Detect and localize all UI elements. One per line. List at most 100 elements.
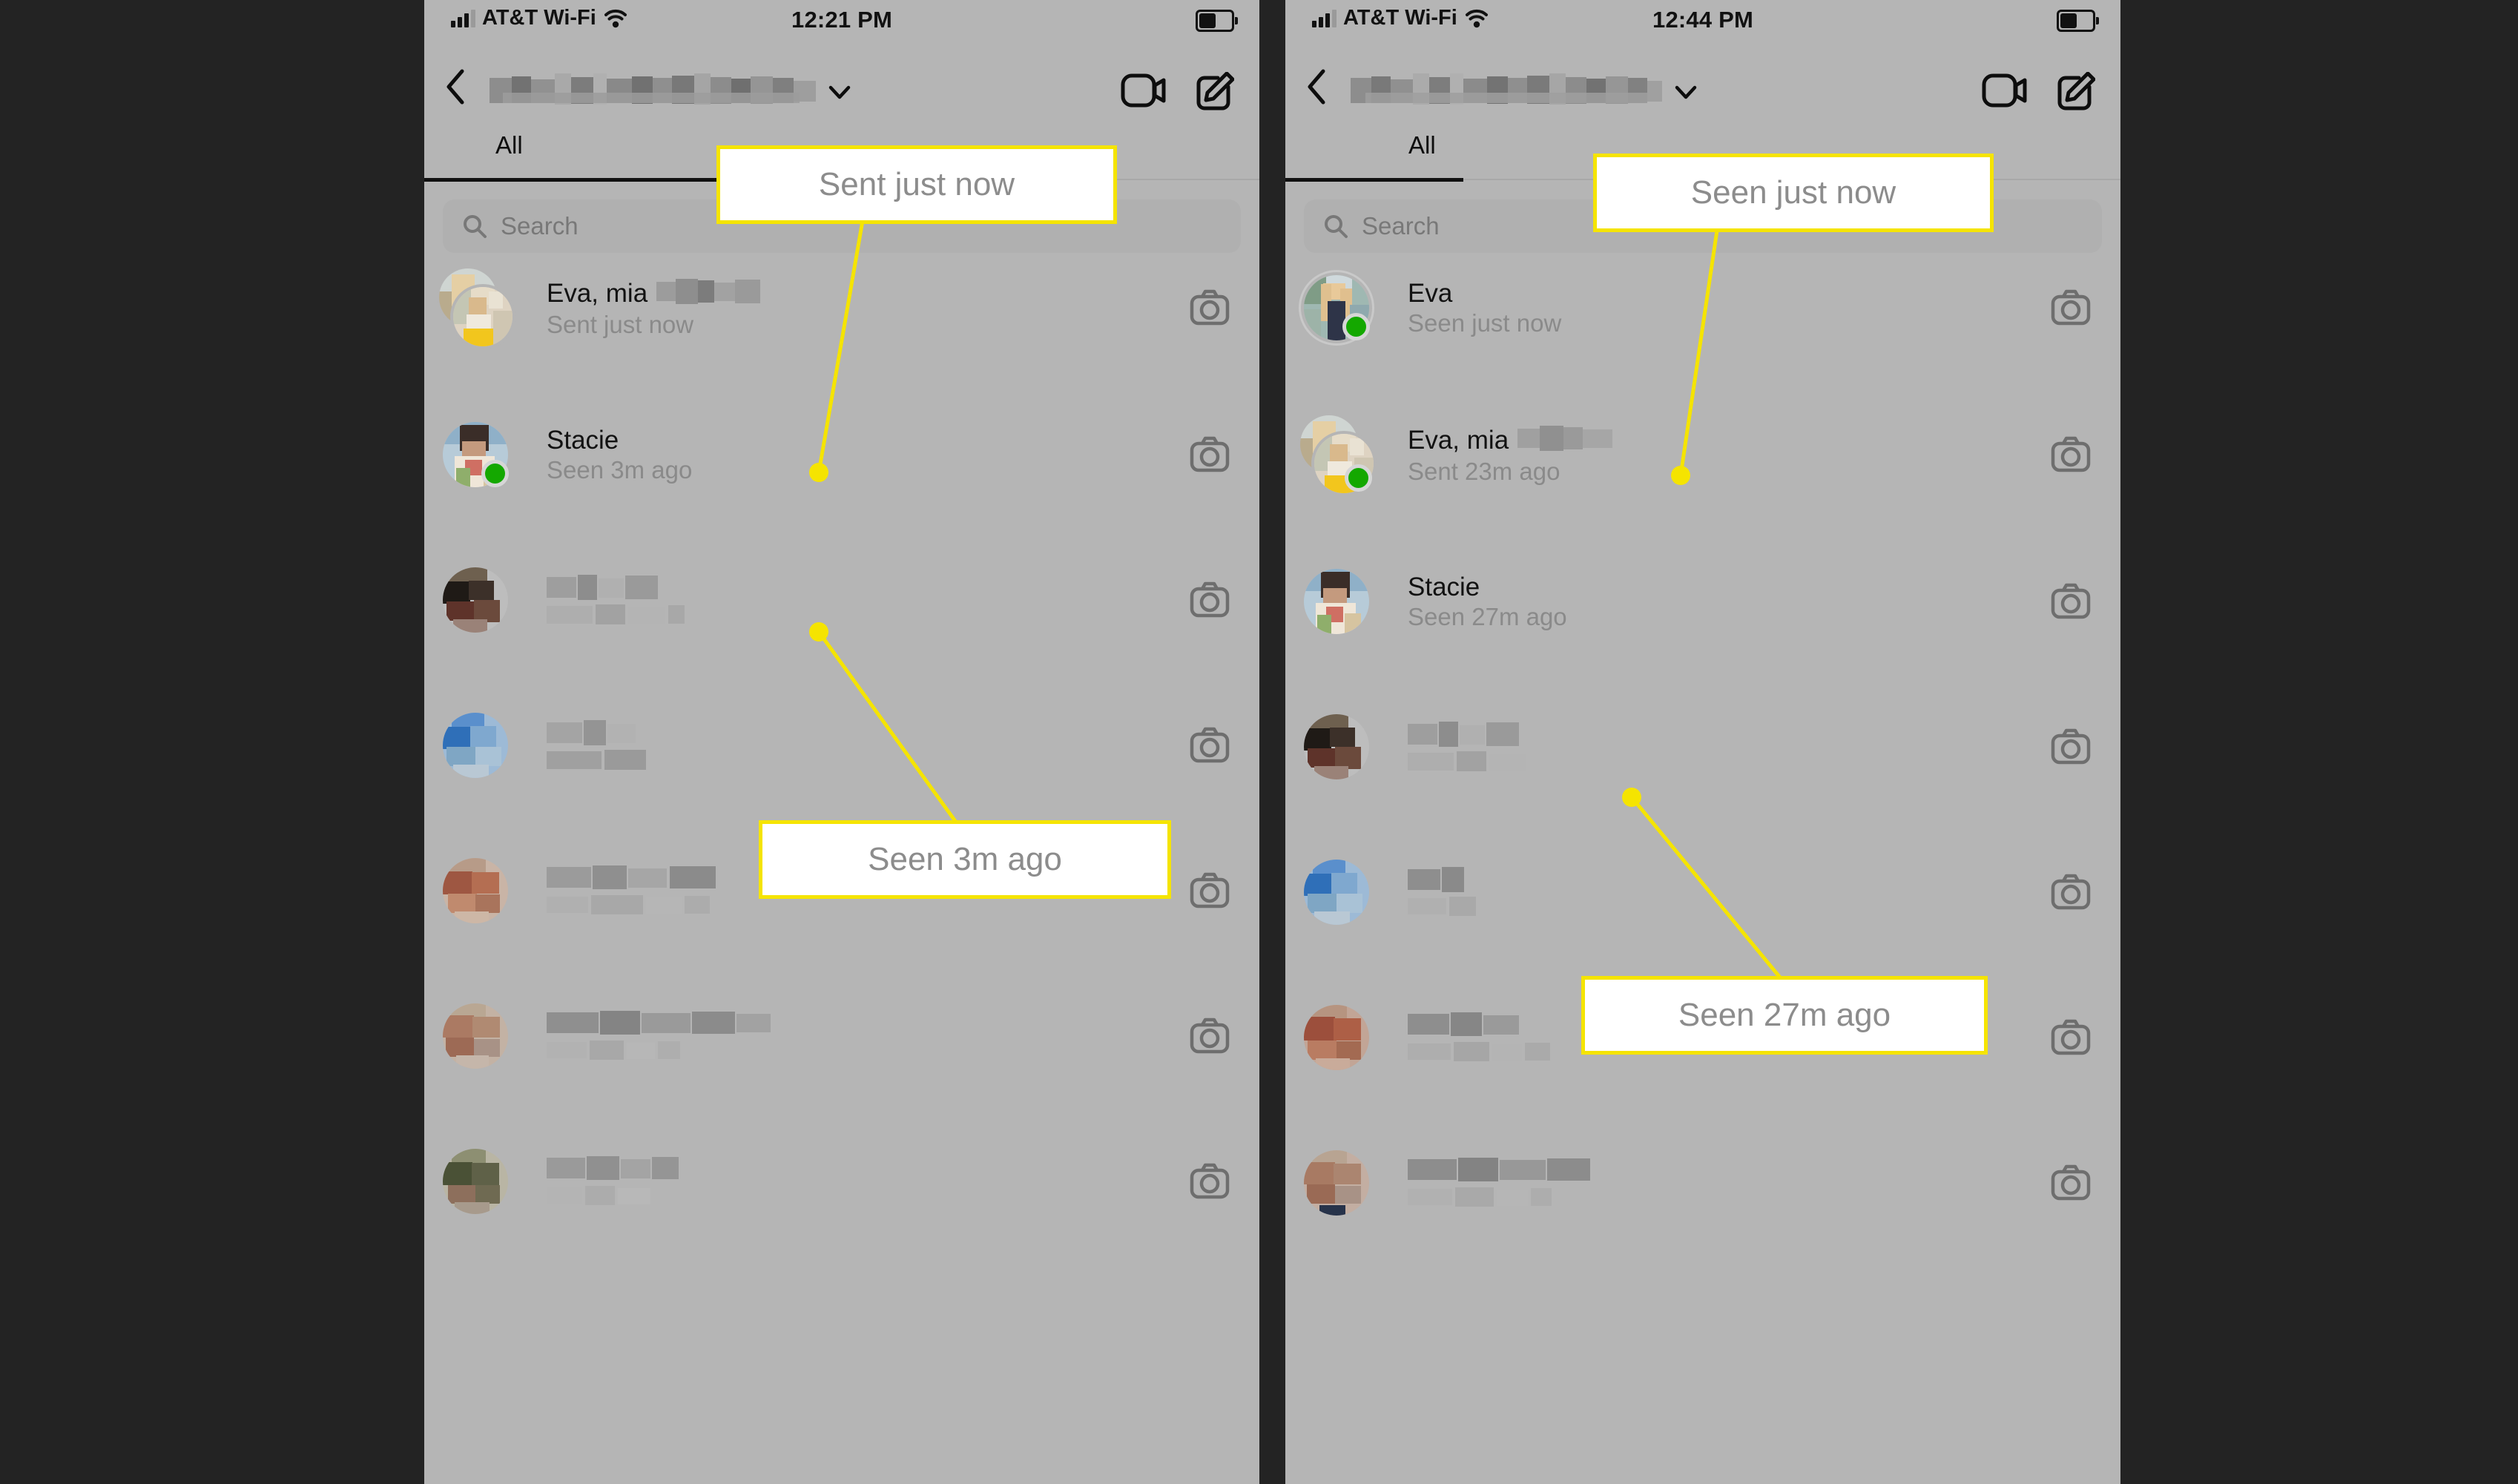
avatar[interactable] xyxy=(1298,413,1377,496)
list-item[interactable] xyxy=(424,1144,1259,1218)
compose-pencil-icon[interactable] xyxy=(2057,72,2095,111)
avatar-redacted xyxy=(1304,714,1369,779)
avatar[interactable] xyxy=(443,1003,508,1069)
search-icon xyxy=(1325,215,1348,238)
search-placeholder: Search xyxy=(501,212,579,240)
list-item[interactable] xyxy=(424,708,1259,782)
conversation-status: Seen 3m ago xyxy=(547,456,693,484)
camera-icon[interactable] xyxy=(2051,435,2091,474)
chevron-left-icon[interactable] xyxy=(445,69,466,105)
search-icon xyxy=(464,215,487,238)
online-status-badge xyxy=(1345,464,1372,492)
contact-name: Eva xyxy=(1408,279,1453,308)
list-item-name-line: Eva, mia xyxy=(547,279,761,308)
nav-bar-right xyxy=(1285,56,2120,124)
list-item[interactable] xyxy=(424,999,1259,1073)
avatar[interactable] xyxy=(443,422,509,487)
camera-icon[interactable] xyxy=(2051,1164,2091,1202)
list-item[interactable]: Eva, mia Sent 23m ago xyxy=(1285,413,2120,496)
clock-label: 12:21 PM xyxy=(791,7,892,33)
list-item-text-redacted xyxy=(547,1011,828,1061)
list-item-text-redacted xyxy=(547,575,769,625)
battery-icon xyxy=(2057,10,2099,32)
list-item-text-redacted xyxy=(547,865,791,916)
list-item[interactable] xyxy=(1285,855,2120,929)
camera-icon[interactable] xyxy=(2051,728,2091,766)
video-camera-icon[interactable] xyxy=(1121,72,1167,109)
callout-text: Sent just now xyxy=(818,166,1015,202)
chevron-down-icon[interactable] xyxy=(828,85,851,100)
camera-icon[interactable] xyxy=(1190,288,1230,327)
contact-name-redacted xyxy=(656,279,761,308)
camera-icon[interactable] xyxy=(1190,1017,1230,1055)
avatar[interactable] xyxy=(1304,714,1369,779)
list-item-text-redacted xyxy=(547,1156,769,1207)
avatar-redacted xyxy=(443,1149,508,1214)
list-item[interactable]: Stacie Seen 27m ago xyxy=(1285,564,2120,639)
avatar[interactable] xyxy=(1304,860,1369,925)
callout-text: Seen 3m ago xyxy=(868,841,1062,877)
status-redacted-bar xyxy=(1408,751,1526,771)
list-item-text: Eva, mia Sent just now xyxy=(547,279,761,338)
list-item[interactable]: Eva, mia Sent just now xyxy=(424,266,1259,349)
name-redacted-bar xyxy=(547,575,658,600)
name-redacted-bar xyxy=(1408,722,1519,747)
avatar[interactable] xyxy=(1304,1005,1369,1070)
list-item[interactable]: Stacie Seen 3m ago xyxy=(424,418,1259,492)
tab-all[interactable]: All xyxy=(1408,131,1436,159)
name-redacted-bar xyxy=(547,1011,771,1035)
camera-icon[interactable] xyxy=(1190,871,1230,910)
name-redacted-bar xyxy=(547,1156,679,1180)
chevron-left-icon[interactable] xyxy=(1306,69,1327,105)
list-item[interactable] xyxy=(1285,1146,2120,1220)
avatar[interactable] xyxy=(443,567,508,633)
status-redacted-bar xyxy=(547,750,646,770)
status-bar-right-group xyxy=(2057,10,2099,32)
tab-active-indicator xyxy=(1285,178,1463,182)
list-item-text: Stacie Seen 3m ago xyxy=(547,427,692,482)
callout-text: Seen 27m ago xyxy=(1678,997,1891,1033)
avatar[interactable] xyxy=(443,713,508,778)
camera-icon[interactable] xyxy=(1190,1162,1230,1201)
camera-icon[interactable] xyxy=(2051,873,2091,911)
video-camera-icon[interactable] xyxy=(1982,72,2028,109)
conversation-status: Sent 23m ago xyxy=(1408,458,1560,485)
list-item[interactable] xyxy=(1285,710,2120,784)
online-status-badge xyxy=(1342,313,1370,340)
avatar-redacted xyxy=(1304,1005,1369,1070)
avatar[interactable] xyxy=(443,1149,508,1214)
avatar[interactable] xyxy=(1299,270,1374,346)
search-placeholder: Search xyxy=(1362,212,1440,240)
compose-pencil-icon[interactable] xyxy=(1196,72,1234,111)
contact-name: Eva, mia xyxy=(547,279,648,308)
avatar[interactable] xyxy=(437,266,515,349)
tab-all[interactable]: All xyxy=(495,131,523,159)
conversation-title-redacted[interactable] xyxy=(490,73,816,105)
camera-icon[interactable] xyxy=(2051,1018,2091,1057)
conversation-list-right: Eva Seen just now Eva, mia Sent 23m ago … xyxy=(1285,270,2120,1220)
callout-seen-27m-ago: Seen 27m ago xyxy=(1581,976,1988,1055)
contact-name: Stacie xyxy=(1408,573,1480,601)
list-item-text: Eva Seen just now xyxy=(1408,280,1561,335)
avatar-redacted xyxy=(443,567,508,633)
conversation-title-redacted[interactable] xyxy=(1351,73,1662,105)
list-item[interactable]: Eva Seen just now xyxy=(1285,270,2120,346)
list-item-text-redacted xyxy=(1408,722,1630,772)
conversation-status: Sent just now xyxy=(547,311,694,338)
contact-name-redacted xyxy=(1517,426,1613,455)
camera-icon[interactable] xyxy=(1190,435,1230,474)
camera-icon[interactable] xyxy=(2051,582,2091,621)
camera-icon[interactable] xyxy=(2051,288,2091,327)
camera-icon[interactable] xyxy=(1190,726,1230,765)
chevron-down-icon[interactable] xyxy=(1675,85,1697,100)
avatar[interactable] xyxy=(1304,569,1369,634)
conversation-list-left: Eva, mia Sent just now Stacie Seen 3m ag… xyxy=(424,266,1259,1218)
screenshot-stage: AT&T Wi-Fi 12:21 PM All Search Eva, mia … xyxy=(0,0,2518,1484)
list-item[interactable] xyxy=(424,563,1259,637)
camera-icon[interactable] xyxy=(1190,581,1230,619)
battery-icon xyxy=(1196,10,1238,32)
callout-seen-just-now: Seen just now xyxy=(1593,154,1994,232)
name-redacted-bar xyxy=(1408,1158,1590,1181)
avatar[interactable] xyxy=(1304,1150,1369,1216)
avatar[interactable] xyxy=(443,858,508,923)
